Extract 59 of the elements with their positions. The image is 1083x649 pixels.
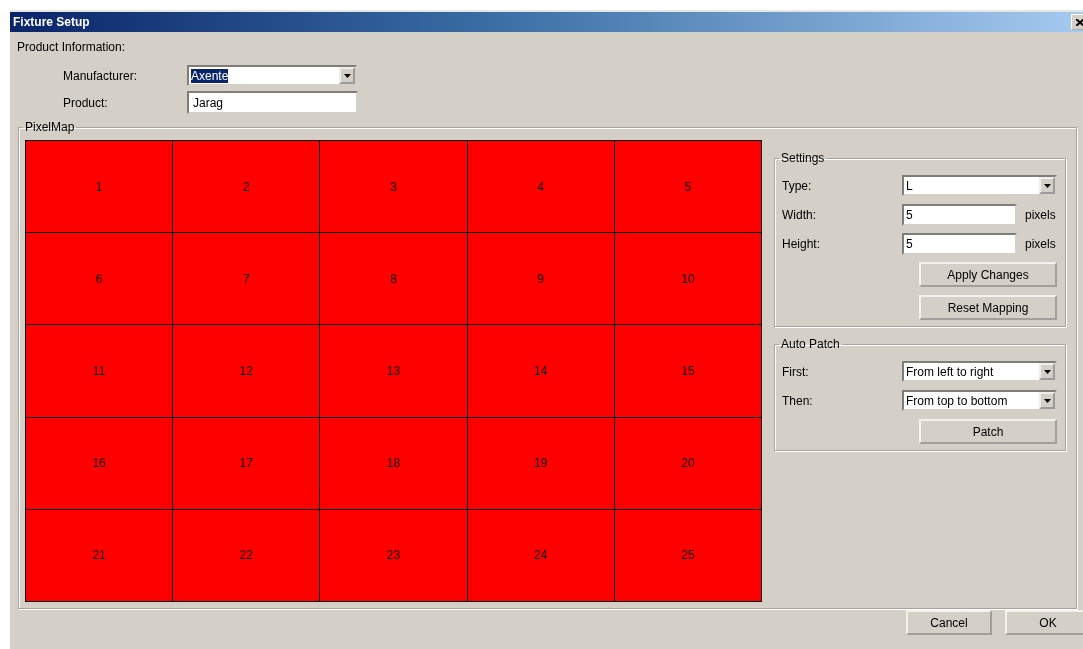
pixel-number: 23	[386, 548, 401, 563]
pixel-number: 3	[390, 179, 397, 194]
unit-label: pixels	[1025, 236, 1056, 251]
pixel-number: 6	[95, 271, 103, 286]
dropdown-arrow-icon[interactable]	[1043, 183, 1051, 188]
dropdown-arrow-icon[interactable]	[1043, 369, 1051, 374]
dropdown-value: Axente	[191, 68, 229, 83]
unit-label: pixels	[1025, 207, 1056, 222]
dropdown[interactable]: L	[902, 175, 1057, 196]
pixel-number: 14	[534, 364, 548, 378]
pixel-number: 13	[386, 364, 401, 378]
pixel-number: 19	[534, 456, 548, 471]
pixel-number: 7	[242, 271, 250, 286]
pixel-number: 24	[534, 548, 548, 563]
field-label: Product:	[63, 95, 109, 110]
pixel-number: 8	[390, 271, 397, 286]
field-label: Type:	[781, 178, 813, 193]
group-title: PixelMap	[25, 120, 75, 134]
field-label: Width:	[781, 207, 817, 222]
pixel-number: 10	[681, 271, 695, 286]
pixel-number: 5	[684, 179, 692, 194]
pixel-number: 12	[239, 364, 253, 378]
pixel-number: 16	[92, 456, 106, 471]
field-label: First:	[781, 364, 810, 379]
dropdown-value: From top to bottom	[906, 393, 1008, 408]
dropdown[interactable]: From left to right	[902, 361, 1057, 382]
pixel-number: 2	[242, 179, 250, 194]
pixel-number: 20	[681, 456, 695, 471]
window-title: Fixture Setup	[13, 15, 90, 29]
field-label: Height:	[781, 236, 822, 251]
field-label: Manufacturer:	[63, 68, 139, 83]
field-label: Then:	[781, 393, 814, 408]
group-title: Settings	[781, 151, 825, 165]
pixel-number: 1	[95, 179, 103, 194]
push-button[interactable]: Cancel	[906, 610, 992, 635]
push-button[interactable]: Patch	[919, 419, 1057, 444]
input-field[interactable]: Jarag	[187, 91, 358, 114]
dropdown[interactable]: From top to bottom	[902, 390, 1057, 411]
pixel-number: 21	[92, 548, 106, 563]
dropdown-arrow-icon[interactable]	[343, 73, 351, 78]
pixel-number: 17	[239, 456, 253, 471]
input-field[interactable]: 5	[902, 232, 1017, 255]
push-button[interactable]: Apply Changes	[919, 262, 1057, 287]
dropdown-value: L	[906, 178, 913, 193]
pixel-number: 25	[681, 548, 695, 563]
dropdown-arrow-icon[interactable]	[1043, 398, 1051, 403]
pixel-number: 11	[92, 364, 106, 378]
dropdown-value: From left to right	[906, 364, 994, 379]
push-button[interactable]: OK	[1005, 610, 1083, 635]
group-title: Auto Patch	[781, 337, 840, 351]
input-field[interactable]: 5	[902, 203, 1017, 226]
pixel-number: 4	[537, 179, 545, 194]
pixel-number: 22	[239, 548, 253, 563]
section-label: Product Information:	[17, 40, 126, 56]
dropdown[interactable]: Axente	[187, 65, 357, 86]
pixel-number: 9	[537, 271, 545, 286]
pixel-number: 18	[386, 456, 401, 471]
push-button[interactable]: Reset Mapping	[919, 295, 1057, 320]
pixel-number: 15	[681, 364, 695, 378]
